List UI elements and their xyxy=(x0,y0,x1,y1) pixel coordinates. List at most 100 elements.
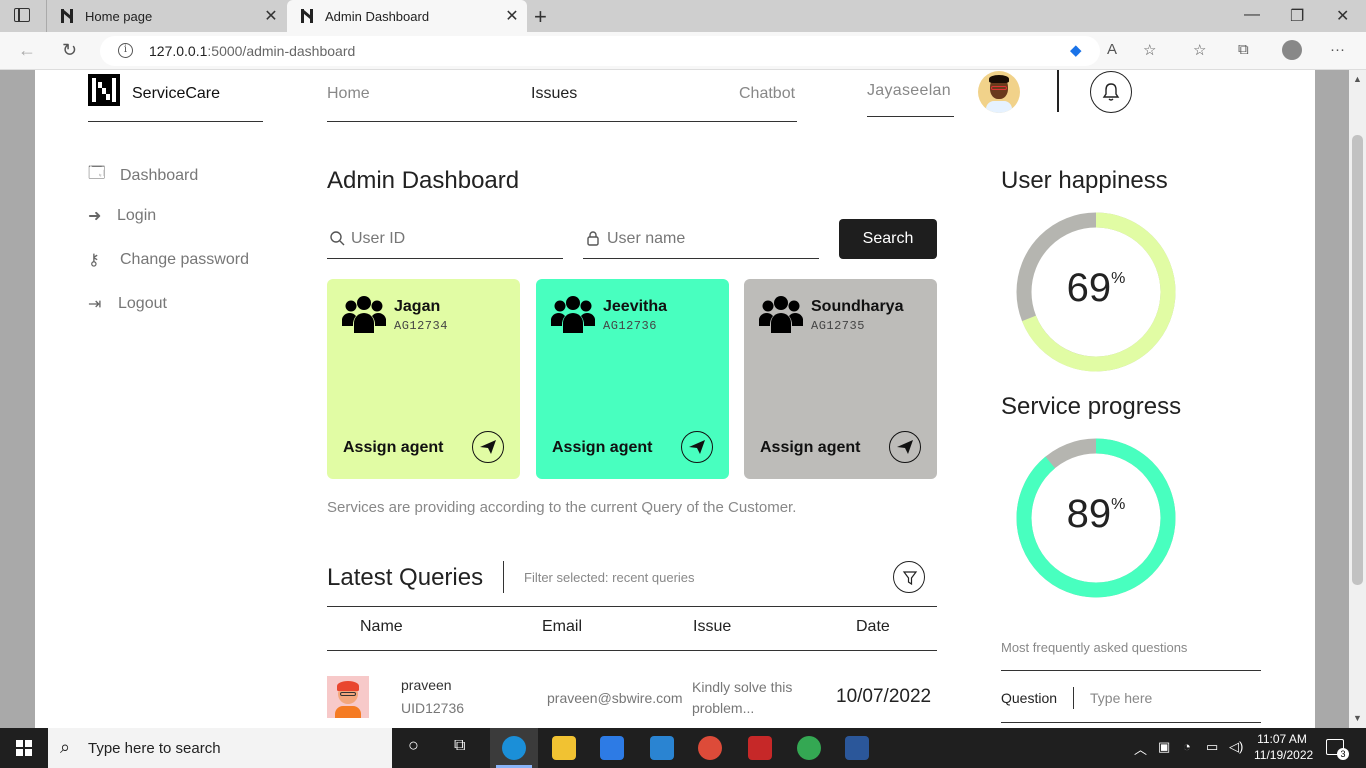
agent-card[interactable]: Soundharya AG12735 Assign agent xyxy=(744,279,937,479)
sidebar-item-change-password[interactable]: ⚷ Change password xyxy=(88,250,249,270)
agent-card[interactable]: Jagan AG12734 Assign agent xyxy=(327,279,520,479)
word-icon[interactable] xyxy=(845,736,869,760)
restore-icon[interactable]: ❐ xyxy=(1290,6,1304,26)
read-aloud-icon[interactable]: A xyxy=(1107,41,1117,58)
tab-actions-icon[interactable] xyxy=(14,8,30,22)
tab-label: Home page xyxy=(85,8,153,24)
user-name[interactable]: Jayaseelan xyxy=(867,82,954,117)
battery-icon[interactable]: ▭ xyxy=(1206,739,1218,755)
notification-button[interactable] xyxy=(1090,71,1132,113)
users-group-icon xyxy=(551,296,595,333)
lock-icon xyxy=(587,231,599,246)
user-id-field[interactable]: User ID xyxy=(327,216,563,259)
agent-name: Jeevitha xyxy=(603,298,668,315)
key-icon: ⚷ xyxy=(88,252,100,269)
chrome-icon[interactable] xyxy=(797,736,821,760)
site-info-icon[interactable]: i xyxy=(118,43,133,58)
agent-id: AG12734 xyxy=(394,319,448,333)
sidebar-item-dashboard[interactable]: 🗔 Dashboard xyxy=(88,162,198,189)
sidebar-item-login[interactable]: ➜ Login xyxy=(88,206,156,226)
wifi-icon[interactable]: ◔ xyxy=(1183,739,1191,754)
meet-now-icon[interactable]: ▣ xyxy=(1158,739,1170,755)
tab-close-icon[interactable]: ✕ xyxy=(497,6,527,26)
browser-tab-bar: Home page ✕ Admin Dashboard ✕ + — ❐ ✕ xyxy=(0,0,1366,32)
user-id-placeholder: User ID xyxy=(351,230,406,247)
task-view-icon[interactable]: ⧉ xyxy=(454,737,465,755)
avatar[interactable] xyxy=(978,71,1020,113)
more-menu-icon[interactable]: ··· xyxy=(1330,41,1345,58)
assign-agent-button[interactable] xyxy=(681,431,713,463)
faq-question-input[interactable]: Type here xyxy=(1090,690,1152,706)
send-icon xyxy=(689,440,705,454)
site-favicon-icon xyxy=(59,8,75,24)
windows-taskbar: ⌕ Type here to search ○ ⧉ ︿ ▣ ◔ ▭ ◁) 11:… xyxy=(0,728,1366,768)
page-title: Admin Dashboard xyxy=(327,167,520,194)
scrollbar-thumb[interactable] xyxy=(1352,135,1363,585)
filter-icon xyxy=(902,571,918,586)
taskbar-clock[interactable]: 11:07 AM 11/19/2022 xyxy=(1254,731,1313,763)
nav-chatbot[interactable]: Chatbot xyxy=(739,85,795,103)
latest-queries-title: Latest Queries xyxy=(327,564,484,591)
search-icon xyxy=(330,231,345,246)
assign-agent-button[interactable] xyxy=(889,431,921,463)
window-icon: 🗔 xyxy=(88,165,106,182)
collections-icon[interactable]: ⧉ xyxy=(1238,41,1249,58)
user-happiness-title: User happiness xyxy=(1001,167,1168,194)
assign-agent-button[interactable] xyxy=(472,431,504,463)
url-field[interactable]: i 127.0.0.1:5000/admin-dashboard xyxy=(100,36,1100,66)
tab-label: Admin Dashboard xyxy=(325,8,430,24)
nav-issues[interactable]: Issues xyxy=(531,85,577,103)
shopping-tag-icon[interactable]: ◆ xyxy=(1070,41,1082,59)
column-header-name: Name xyxy=(360,618,403,635)
cortana-icon[interactable]: ○ xyxy=(408,735,419,756)
agent-card[interactable]: Jeevitha AG12736 Assign agent xyxy=(536,279,729,479)
app-v-icon[interactable] xyxy=(748,736,772,760)
show-hidden-icons-icon[interactable]: ︿ xyxy=(1134,739,1147,758)
refresh-icon[interactable]: ↻ xyxy=(62,40,77,61)
profile-icon[interactable] xyxy=(1282,40,1302,60)
avatar xyxy=(327,676,369,718)
microsoft-store-icon[interactable] xyxy=(600,736,624,760)
logout-icon: ⇥ xyxy=(88,296,102,313)
sidebar-item-label: Logout xyxy=(118,295,167,312)
assign-agent-label: Assign agent xyxy=(343,439,444,456)
scroll-up-icon[interactable]: ▲ xyxy=(1353,74,1362,84)
tab-home-page[interactable]: Home page ✕ xyxy=(46,0,286,32)
gauge-value: 89% xyxy=(1066,492,1126,536)
site-favicon-icon xyxy=(299,8,315,24)
file-explorer-icon[interactable] xyxy=(552,736,576,760)
tab-admin-dashboard[interactable]: Admin Dashboard ✕ xyxy=(287,0,527,32)
taskbar-search-box[interactable]: ⌕ Type here to search xyxy=(48,728,392,768)
add-favorite-icon[interactable]: ☆ xyxy=(1143,41,1156,59)
tab-close-icon[interactable]: ✕ xyxy=(256,6,286,26)
agent-name: Jagan xyxy=(394,298,441,315)
queries-divider xyxy=(503,561,504,593)
favorites-icon[interactable]: ☆ xyxy=(1193,41,1206,59)
edge-icon[interactable] xyxy=(502,736,526,760)
chrome-profile-icon[interactable] xyxy=(698,736,722,760)
new-tab-icon[interactable]: + xyxy=(534,4,547,30)
top-navigation: Home Issues Chatbot xyxy=(327,70,797,122)
scroll-down-icon[interactable]: ▼ xyxy=(1353,713,1362,723)
page-scrollbar[interactable]: ▲ ▼ xyxy=(1349,70,1366,728)
volume-icon[interactable]: ◁) xyxy=(1229,739,1243,755)
brand[interactable]: ServiceCare xyxy=(88,74,263,122)
vscode-icon[interactable] xyxy=(650,736,674,760)
back-icon[interactable]: ← xyxy=(18,40,36,61)
clock-time: 11:07 AM xyxy=(1257,732,1307,746)
notification-center-icon[interactable]: 3 xyxy=(1326,739,1349,760)
minimize-icon[interactable]: — xyxy=(1244,6,1260,24)
user-name-field[interactable]: User name xyxy=(583,216,819,259)
window-close-icon[interactable]: ✕ xyxy=(1336,6,1349,26)
gauge-value: 69% xyxy=(1066,266,1126,310)
filter-button[interactable] xyxy=(893,561,925,593)
nav-home[interactable]: Home xyxy=(327,85,370,103)
table-header-rule xyxy=(327,650,937,651)
agent-id: AG12736 xyxy=(603,319,657,333)
windows-start-icon[interactable] xyxy=(16,740,32,756)
bell-icon xyxy=(1102,83,1120,101)
brand-name: ServiceCare xyxy=(132,85,221,102)
sidebar-item-logout[interactable]: ⇥ Logout xyxy=(88,294,167,314)
sidebar-item-label: Dashboard xyxy=(120,166,199,184)
search-button[interactable]: Search xyxy=(839,219,937,259)
